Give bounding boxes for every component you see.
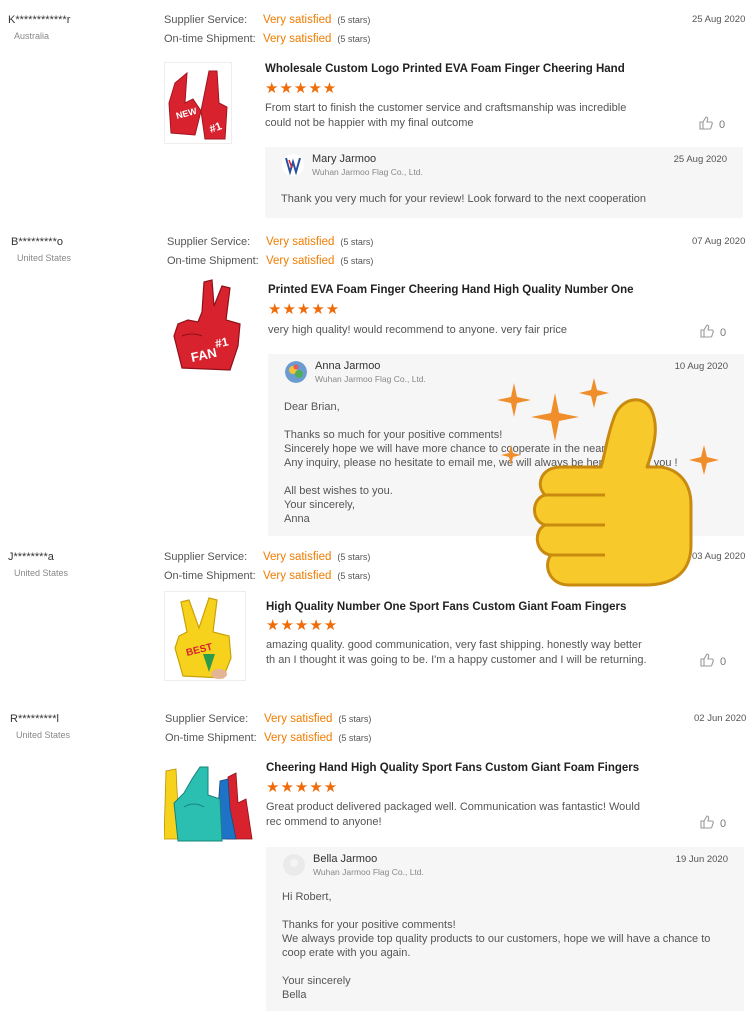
ontime-shipment-label: On-time Shipment: xyxy=(165,732,257,744)
review-date: 25 Aug 2020 xyxy=(692,14,746,25)
supplier-service-rating: Supplier Service: Very satisfied (5 star… xyxy=(164,14,370,26)
ontime-shipment-value: Very satisfied xyxy=(263,570,332,582)
supplier-service-label: Supplier Service: xyxy=(167,236,251,248)
buyer-name: R*********l xyxy=(10,713,59,725)
review-date: 07 Aug 2020 xyxy=(692,236,746,247)
reply-author-name: Anna Jarmoo xyxy=(315,360,381,372)
thumbs-up-outline-icon xyxy=(700,815,714,832)
review-item: K************r Australia Supplier Servic… xyxy=(0,14,750,219)
buyer-country: United States xyxy=(14,568,69,578)
buyer-country: Australia xyxy=(14,31,50,41)
supplier-reply: Mary Jarmoo Wuhan Jarmoo Flag Co., Ltd. … xyxy=(265,147,743,218)
supplier-service-value: Very satisfied xyxy=(264,713,333,725)
reply-text: Hi Robert, Thanks for your positive comm… xyxy=(282,891,711,1001)
like-button[interactable]: 0 xyxy=(699,116,725,133)
product-title[interactable]: Wholesale Custom Logo Printed EVA Foam F… xyxy=(265,63,625,75)
thumbs-up-outline-icon xyxy=(700,324,714,341)
ontime-shipment-label: On-time Shipment: xyxy=(164,33,256,45)
review-comment: Great product delivered packaged well. C… xyxy=(266,801,640,828)
like-count: 0 xyxy=(720,817,727,830)
review-item: R*********l United States Supplier Servi… xyxy=(0,713,750,1011)
ontime-shipment-rating: On-time Shipment: Very satisfied (5 star… xyxy=(164,570,370,582)
ontime-shipment-stars: (5 stars) xyxy=(338,733,372,743)
product-rating-stars: ★★★★★ xyxy=(265,80,338,97)
reply-date: 25 Aug 2020 xyxy=(673,154,727,165)
review-comment: amazing quality. good communication, ver… xyxy=(266,639,647,666)
product-title[interactable]: Printed EVA Foam Finger Cheering Hand Hi… xyxy=(268,284,633,296)
product-rating-stars: ★★★★★ xyxy=(268,301,341,318)
like-count: 0 xyxy=(720,655,727,668)
ontime-shipment-stars: (5 stars) xyxy=(340,256,374,266)
supplier-service-stars: (5 stars) xyxy=(340,237,374,247)
supplier-service-value: Very satisfied xyxy=(263,551,332,563)
review-comment: From start to finish the customer servic… xyxy=(265,102,627,129)
buyer-name: J********a xyxy=(8,551,54,563)
supplier-avatar xyxy=(282,154,304,176)
supplier-service-rating: Supplier Service: Very satisfied (5 star… xyxy=(167,236,373,248)
reply-company: Wuhan Jarmoo Flag Co., Ltd. xyxy=(315,374,426,384)
product-thumbnail[interactable]: BEST xyxy=(164,591,246,681)
supplier-service-value: Very satisfied xyxy=(266,236,335,248)
ontime-shipment-stars: (5 stars) xyxy=(337,34,371,44)
supplier-service-label: Supplier Service: xyxy=(165,713,249,725)
ontime-shipment-rating: On-time Shipment: Very satisfied (5 star… xyxy=(167,255,373,267)
supplier-reply: Bella Jarmoo Wuhan Jarmoo Flag Co., Ltd.… xyxy=(266,847,744,1011)
ontime-shipment-value: Very satisfied xyxy=(264,732,333,744)
supplier-service-stars: (5 stars) xyxy=(337,15,371,25)
supplier-service-label: Supplier Service: xyxy=(164,551,248,563)
thumbs-up-outline-icon xyxy=(699,116,713,133)
supplier-service-rating: Supplier Service: Very satisfied (5 star… xyxy=(164,551,370,563)
thumbs-up-emoji-sticker xyxy=(495,375,725,605)
buyer-name: B*********o xyxy=(11,236,63,248)
reply-author-name: Mary Jarmoo xyxy=(312,153,377,165)
review-date: 02 Jun 2020 xyxy=(694,713,747,724)
product-thumbnail[interactable] xyxy=(164,759,256,843)
product-thumbnail[interactable]: FAN #1 xyxy=(168,276,250,374)
ontime-shipment-label: On-time Shipment: xyxy=(167,255,259,267)
ontime-shipment-rating: On-time Shipment: Very satisfied (5 star… xyxy=(164,33,370,45)
product-rating-stars: ★★★★★ xyxy=(266,779,339,796)
like-button[interactable]: 0 xyxy=(700,653,726,670)
ontime-shipment-rating: On-time Shipment: Very satisfied (5 star… xyxy=(165,732,371,744)
product-thumbnail[interactable]: NEW #1 xyxy=(164,62,232,144)
ontime-shipment-value: Very satisfied xyxy=(263,33,332,45)
reply-company: Wuhan Jarmoo Flag Co., Ltd. xyxy=(313,867,424,877)
reply-date: 19 Jun 2020 xyxy=(675,854,728,865)
ontime-shipment-stars: (5 stars) xyxy=(337,571,371,581)
buyer-country: United States xyxy=(17,253,72,263)
thumbs-up-outline-icon xyxy=(700,653,714,670)
like-count: 0 xyxy=(720,326,727,339)
supplier-avatar xyxy=(285,361,307,383)
like-button[interactable]: 0 xyxy=(700,324,726,341)
buyer-country: United States xyxy=(16,730,71,740)
supplier-service-label: Supplier Service: xyxy=(164,14,248,26)
buyer-name: K************r xyxy=(8,14,71,26)
like-button[interactable]: 0 xyxy=(700,815,726,832)
supplier-service-value: Very satisfied xyxy=(263,14,332,26)
reply-company: Wuhan Jarmoo Flag Co., Ltd. xyxy=(312,167,423,177)
ontime-shipment-value: Very satisfied xyxy=(266,255,335,267)
review-comment: very high quality! would recommend to an… xyxy=(268,324,567,336)
reply-date: 10 Aug 2020 xyxy=(674,361,728,372)
supplier-service-stars: (5 stars) xyxy=(337,552,371,562)
supplier-service-stars: (5 stars) xyxy=(338,714,372,724)
reply-text: Thank you very much for your review! Loo… xyxy=(281,193,647,205)
supplier-avatar xyxy=(283,854,305,876)
reply-author-name: Bella Jarmoo xyxy=(313,853,378,865)
ontime-shipment-label: On-time Shipment: xyxy=(164,570,256,582)
product-rating-stars: ★★★★★ xyxy=(266,617,339,634)
supplier-service-rating: Supplier Service: Very satisfied (5 star… xyxy=(165,713,371,725)
product-title[interactable]: Cheering Hand High Quality Sport Fans Cu… xyxy=(266,762,639,774)
like-count: 0 xyxy=(719,118,726,131)
